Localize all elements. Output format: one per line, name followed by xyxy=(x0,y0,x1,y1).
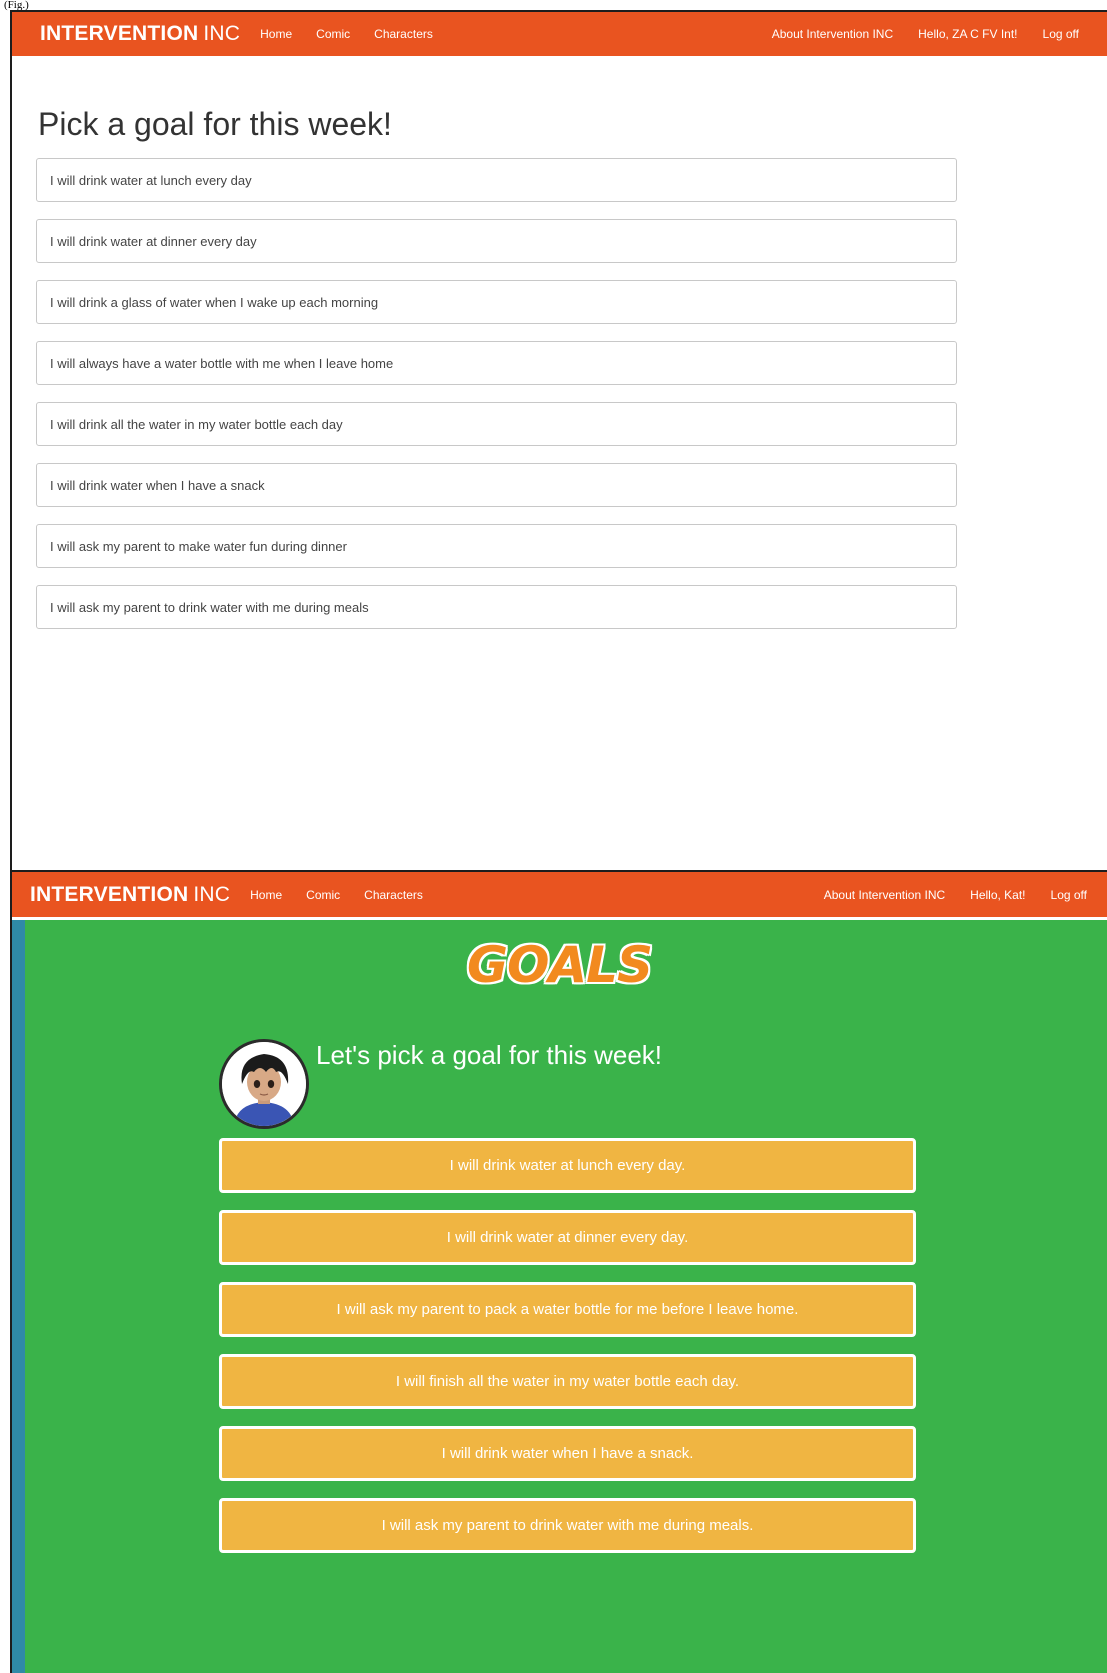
nav-home-link[interactable]: Home xyxy=(260,27,292,41)
goal-button[interactable]: I will ask my parent to pack a water bot… xyxy=(219,1282,916,1337)
goal-button[interactable]: I will drink water when I have a snack. xyxy=(219,1426,916,1481)
goal-option[interactable]: I will drink water when I have a snack xyxy=(36,463,957,507)
page-title: Pick a goal for this week! xyxy=(38,106,392,142)
brand-name: INTERVENTION xyxy=(30,882,189,906)
brand-logo[interactable]: INTERVENTION INC xyxy=(40,22,240,46)
nav-characters-link[interactable]: Characters xyxy=(374,27,433,41)
brand-name: INTERVENTION xyxy=(40,22,199,45)
goal-option[interactable]: I will drink a glass of water when I wak… xyxy=(36,280,957,324)
goal-button[interactable]: I will drink water at lunch every day. xyxy=(219,1138,916,1193)
nav-greeting-link[interactable]: Hello, ZA C FV Int! xyxy=(918,27,1017,41)
page-subtitle: Let's pick a goal for this week! xyxy=(316,1040,663,1070)
screenshot-themed-version: INTERVENTION INC Home Comic Characters A… xyxy=(10,872,1107,1673)
goal-button[interactable]: I will ask my parent to drink water with… xyxy=(219,1498,916,1553)
brand-logo[interactable]: INTERVENTION INC xyxy=(30,883,230,907)
goal-list: I will drink water at lunch every day. I… xyxy=(219,1138,916,1570)
goal-list: I will drink water at lunch every day I … xyxy=(36,158,957,646)
top-navbar: INTERVENTION INC Home Comic Characters A… xyxy=(12,12,1107,56)
nav-logoff-link[interactable]: Log off xyxy=(1051,888,1087,902)
top-navbar: INTERVENTION INC Home Comic Characters A… xyxy=(12,872,1107,920)
goal-option[interactable]: I will ask my parent to drink water with… xyxy=(36,585,957,629)
goal-option[interactable]: I will ask my parent to make water fun d… xyxy=(36,524,957,568)
goal-button[interactable]: I will drink water at dinner every day. xyxy=(219,1210,916,1265)
nav-comic-link[interactable]: Comic xyxy=(306,888,340,902)
character-avatar xyxy=(219,1039,309,1129)
goal-option[interactable]: I will drink water at lunch every day xyxy=(36,158,957,202)
brand-suffix: INC xyxy=(193,882,231,906)
figure-label: (Fig.) xyxy=(4,0,29,11)
goals-heading: GOALS xyxy=(466,936,653,994)
nav-about-link[interactable]: About Intervention INC xyxy=(772,27,893,41)
goal-option[interactable]: I will always have a water bottle with m… xyxy=(36,341,957,385)
nav-home-link[interactable]: Home xyxy=(250,888,282,902)
nav-characters-link[interactable]: Characters xyxy=(364,888,423,902)
nav-logoff-link[interactable]: Log off xyxy=(1043,27,1079,41)
nav-comic-link[interactable]: Comic xyxy=(316,27,350,41)
goal-option[interactable]: I will drink all the water in my water b… xyxy=(36,402,957,446)
character-avatar-icon xyxy=(222,1042,306,1126)
goal-option[interactable]: I will drink water at dinner every day xyxy=(36,219,957,263)
side-strip xyxy=(12,920,25,1673)
brand-suffix: INC xyxy=(203,22,241,45)
screenshot-plain-version: INTERVENTION INC Home Comic Characters A… xyxy=(10,10,1107,872)
goal-button[interactable]: I will finish all the water in my water … xyxy=(219,1354,916,1409)
nav-about-link[interactable]: About Intervention INC xyxy=(824,888,945,902)
nav-greeting-link[interactable]: Hello, Kat! xyxy=(970,888,1025,902)
